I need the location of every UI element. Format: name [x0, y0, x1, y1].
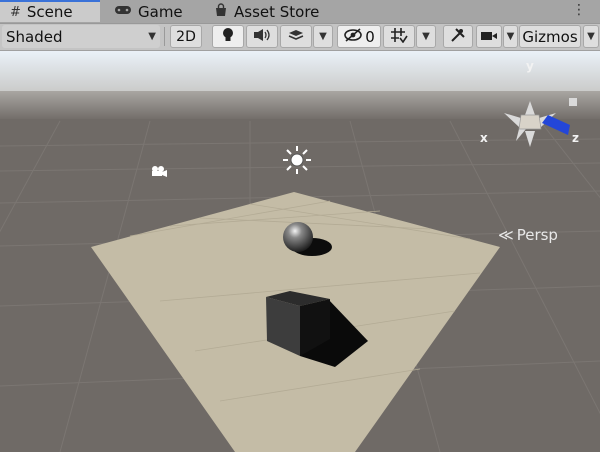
shading-mode-label: Shaded: [6, 27, 63, 46]
eye-slash-icon: [343, 27, 363, 46]
directional-light-icon[interactable]: [283, 146, 311, 174]
editor-tab-bar: # Scene Game Asset Store ⋮: [0, 0, 600, 24]
tab-asset-store[interactable]: Asset Store: [214, 0, 319, 23]
scene-effects-dropdown[interactable]: ▼: [313, 25, 333, 48]
speaker-icon: [253, 28, 271, 46]
scene-viewport[interactable]: y x z ≪ Persp: [0, 51, 600, 452]
chevron-down-icon: ▼: [148, 31, 156, 42]
chevron-down-icon: ▼: [319, 31, 327, 42]
scene-lighting-toggle[interactable]: [212, 25, 244, 48]
mode-2d-toggle[interactable]: 2D: [170, 25, 202, 48]
scene-camera-toggle[interactable]: [476, 25, 502, 48]
scene-visibility-toggle[interactable]: 0: [337, 25, 381, 48]
scene-toolbar: Shaded ▼ 2D ▼ 0 ▼ ▼ Gizmos ▼: [0, 24, 600, 51]
store-bag-icon: [214, 2, 228, 21]
chevron-down-icon: ▼: [587, 31, 595, 42]
gamepad-icon: [114, 4, 132, 20]
gizmo-axis-y-label: y: [526, 59, 534, 73]
chevron-down-icon: ▼: [506, 31, 515, 42]
tab-game[interactable]: Game: [110, 0, 183, 23]
more-options-icon[interactable]: ⋮: [572, 2, 586, 18]
mode-2d-label: 2D: [176, 28, 196, 45]
grid-snap-dropdown[interactable]: ▼: [416, 25, 436, 48]
hidden-object-count: 0: [365, 27, 375, 46]
gizmos-label: Gizmos: [522, 27, 578, 46]
projection-label: Persp: [516, 226, 558, 244]
gizmos-button[interactable]: Gizmos: [519, 25, 581, 48]
effects-layers-icon: [287, 28, 305, 46]
perspective-chevron-icon: ≪: [498, 226, 514, 244]
gizmos-dropdown[interactable]: ▼: [583, 25, 599, 48]
scene-camera-dropdown[interactable]: ▼: [503, 25, 518, 48]
tab-scene-label: Scene: [26, 3, 73, 21]
tools-icon: [450, 27, 466, 47]
shading-mode-dropdown[interactable]: Shaded ▼: [2, 25, 160, 48]
grid-snap-icon: [390, 27, 408, 47]
tab-asset-store-label: Asset Store: [234, 2, 320, 21]
scene-audio-toggle[interactable]: [246, 25, 278, 48]
gizmo-axis-x-label: x: [480, 131, 488, 145]
scene-view-canvas: [0, 51, 600, 452]
grid-icon: #: [10, 4, 21, 20]
gizmo-axis-z-label: z: [572, 131, 579, 145]
video-camera-icon: [480, 28, 498, 46]
toolbar-divider: [164, 27, 165, 46]
scene-tools-toggle[interactable]: [443, 25, 473, 48]
projection-toggle[interactable]: ≪ Persp: [498, 226, 558, 244]
scene-effects-toggle[interactable]: [280, 25, 312, 48]
grid-snap-toggle[interactable]: [383, 25, 415, 48]
tab-scene[interactable]: # Scene: [0, 0, 100, 22]
sphere-object[interactable]: [283, 222, 313, 252]
skybox: [0, 51, 600, 96]
lightbulb-icon: [221, 27, 235, 47]
chevron-down-icon: ▼: [422, 31, 430, 42]
tab-game-label: Game: [138, 2, 183, 21]
